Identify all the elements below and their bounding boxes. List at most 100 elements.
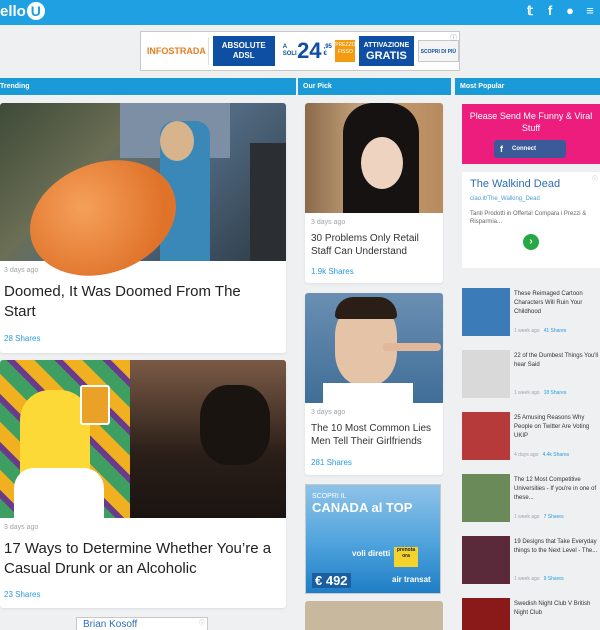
ad-info-icon[interactable]: ⓘ xyxy=(592,174,598,183)
article-image[interactable] xyxy=(305,293,443,403)
popular-item[interactable]: 19 Designs that Take Everyday things to … xyxy=(462,536,600,588)
article-title[interactable]: 30 Problems Only Retail Staff Can Unders… xyxy=(311,232,439,258)
ad-price: A SOLI 24 ,95 € xyxy=(281,36,334,66)
image-person-2 xyxy=(250,143,286,261)
popular-title[interactable]: 19 Designs that Take Everyday things to … xyxy=(514,538,600,556)
bottom-ad[interactable]: Brian Kosoff ⓘ xyxy=(76,617,208,630)
column-header-our-pick: Our Pick xyxy=(298,78,451,95)
arrow-right-icon[interactable]: › xyxy=(523,234,539,250)
walking-dead-ad[interactable]: ⓘ The Walkind Dead ciao.it/The_Walking_D… xyxy=(462,172,600,268)
popular-shares[interactable]: 18 Shares xyxy=(544,390,567,396)
article-shares[interactable]: 23 Shares xyxy=(4,590,40,599)
image-head xyxy=(160,121,194,161)
popular-meta: 1 week ago 18 Shares xyxy=(514,390,600,396)
popular-title[interactable]: Swedish Night Club V British Night Club xyxy=(514,600,600,618)
ad-info-icon[interactable]: ⓘ xyxy=(450,33,457,43)
popular-title[interactable]: 22 of the Dumbest Things You'll hear Sai… xyxy=(514,352,600,370)
facebook-icon[interactable]: f xyxy=(544,4,556,18)
image-nose xyxy=(383,343,441,351)
column-header-trending: Trending xyxy=(0,78,296,95)
image-cartoon-shirt xyxy=(14,468,104,518)
ad-info-icon[interactable]: ⓘ xyxy=(199,618,205,627)
popular-item[interactable]: Swedish Night Club V British Night Club xyxy=(462,598,600,630)
article-title[interactable]: Doomed, It Was Doomed From The Start xyxy=(4,282,274,322)
ad-price-prefix: A SOLI xyxy=(282,44,297,57)
ad-description: Tanti Prodotti in Offerta! Compara i Pre… xyxy=(470,211,587,225)
popular-item[interactable]: 25 Amusing Reasons Why People on Twitter… xyxy=(462,412,600,464)
popular-age: 4 days ago xyxy=(514,452,539,458)
ad-title[interactable]: The Walkind Dead xyxy=(470,178,560,190)
popular-item[interactable]: These Reimaged Cartoon Characters Will R… xyxy=(462,288,600,340)
ad-fisso-badge: PREZZO FISSO xyxy=(335,40,356,62)
image-shirt xyxy=(323,383,413,403)
ad-banner-area: ⓘ INFOSTRADA ABSOLUTE ADSL A SOLI 24 ,95… xyxy=(0,25,600,78)
ad-product: ABSOLUTE ADSL xyxy=(212,36,275,66)
popular-age: 1 week ago xyxy=(514,576,540,582)
popular-meta: 1 week ago 41 Shares xyxy=(514,328,600,334)
popular-thumb[interactable] xyxy=(462,536,510,584)
trending-card[interactable]: 3 days ago 17 Ways to Determine Whether … xyxy=(0,360,286,608)
article-age: 3 days ago xyxy=(4,267,39,274)
connect-message: Please Send Me Funny & Viral Stuff xyxy=(469,111,593,133)
popular-thumb[interactable] xyxy=(462,474,510,522)
site-logo[interactable]: ello U xyxy=(0,2,45,20)
article-image[interactable] xyxy=(0,103,286,296)
article-title[interactable]: 17 Ways to Determine Whether You’re a Ca… xyxy=(4,539,284,579)
logo-text: ello xyxy=(0,2,26,20)
popular-meta: 1 week ago 7 Shares xyxy=(514,514,600,520)
popular-meta: 1 week ago 9 Shares xyxy=(514,576,600,582)
header-icons: 𝕥 f ● ≡ xyxy=(524,4,596,18)
ad-price-value: 24 xyxy=(297,38,322,63)
popular-meta: 4 days ago 4.4k Shares xyxy=(514,452,600,458)
popular-thumb[interactable] xyxy=(462,288,510,336)
popular-shares[interactable]: 41 Shares xyxy=(544,328,567,334)
popular-item[interactable]: 22 of the Dumbest Things You'll hear Sai… xyxy=(462,350,600,402)
our-pick-card[interactable]: 3 days ago 30 Problems Only Retail Staff… xyxy=(305,103,443,283)
ad-activation-value: GRATIS xyxy=(366,50,407,62)
our-pick-card[interactable]: 3 days ago The 10 Most Common Lies Men T… xyxy=(305,293,443,475)
newsletter-connect-box: Please Send Me Funny & Viral Stuff f Con… xyxy=(462,104,600,164)
bottom-ad-text[interactable]: Brian Kosoff xyxy=(83,619,137,630)
image-person xyxy=(200,385,270,465)
article-shares[interactable]: 1.9k Shares xyxy=(311,267,354,276)
connect-button-label: Connect xyxy=(512,146,536,152)
article-image[interactable] xyxy=(305,103,443,213)
infostrada-ad[interactable]: ⓘ INFOSTRADA ABSOLUTE ADSL A SOLI 24 ,95… xyxy=(140,31,460,71)
image-face xyxy=(361,137,403,189)
facebook-icon: f xyxy=(500,144,503,154)
article-image[interactable] xyxy=(305,601,443,630)
popular-thumb[interactable] xyxy=(462,598,510,630)
article-age: 3 days ago xyxy=(4,524,39,531)
article-age: 3 days ago xyxy=(311,409,346,416)
image-hair xyxy=(335,297,397,319)
popular-shares[interactable]: 7 Shares xyxy=(544,514,564,520)
popular-thumb[interactable] xyxy=(462,412,510,460)
facebook-connect-button[interactable]: f Connect xyxy=(494,140,566,158)
popular-shares[interactable]: 4.4k Shares xyxy=(542,452,569,458)
column-header-most-popular: Most Popular xyxy=(455,78,600,95)
image-beer xyxy=(80,385,110,425)
popular-title[interactable]: These Reimaged Cartoon Characters Will R… xyxy=(514,290,600,317)
article-shares[interactable]: 281 Shares xyxy=(311,458,352,467)
menu-icon[interactable]: ≡ xyxy=(584,4,596,18)
article-title[interactable]: The 10 Most Common Lies Men Tell Their G… xyxy=(311,422,439,448)
article-age: 3 days ago xyxy=(311,219,346,226)
twitter-icon[interactable]: 𝕥 xyxy=(524,4,536,18)
popular-item[interactable]: The 12 Most Competitive Universities - I… xyxy=(462,474,600,526)
user-icon[interactable]: ● xyxy=(564,4,576,18)
popular-age: 1 week ago xyxy=(514,328,540,334)
article-image[interactable] xyxy=(0,360,286,518)
ad-activation: ATTIVAZIONE GRATIS xyxy=(359,36,414,66)
popular-title[interactable]: 25 Amusing Reasons Why People on Twitter… xyxy=(514,414,600,441)
trending-card[interactable]: 3 days ago Doomed, It Was Doomed From Th… xyxy=(0,103,286,353)
popular-thumb[interactable] xyxy=(462,350,510,398)
ad-cta-button[interactable]: SCOPRI DI PIÙ xyxy=(417,40,460,62)
popular-shares[interactable]: 9 Shares xyxy=(544,576,564,582)
travel-ad-offer: voli diretti xyxy=(352,549,391,558)
travel-ad[interactable]: SCOPRI IL CANADA al TOP voli diretti pre… xyxy=(305,484,441,594)
travel-ad-airline: air transat xyxy=(392,575,431,584)
ad-url[interactable]: ciao.it/The_Walking_Dead xyxy=(470,196,540,202)
popular-title[interactable]: The 12 Most Competitive Universities - I… xyxy=(514,476,600,503)
popular-age: 1 week ago xyxy=(514,514,540,520)
article-shares[interactable]: 28 Shares xyxy=(4,334,40,343)
